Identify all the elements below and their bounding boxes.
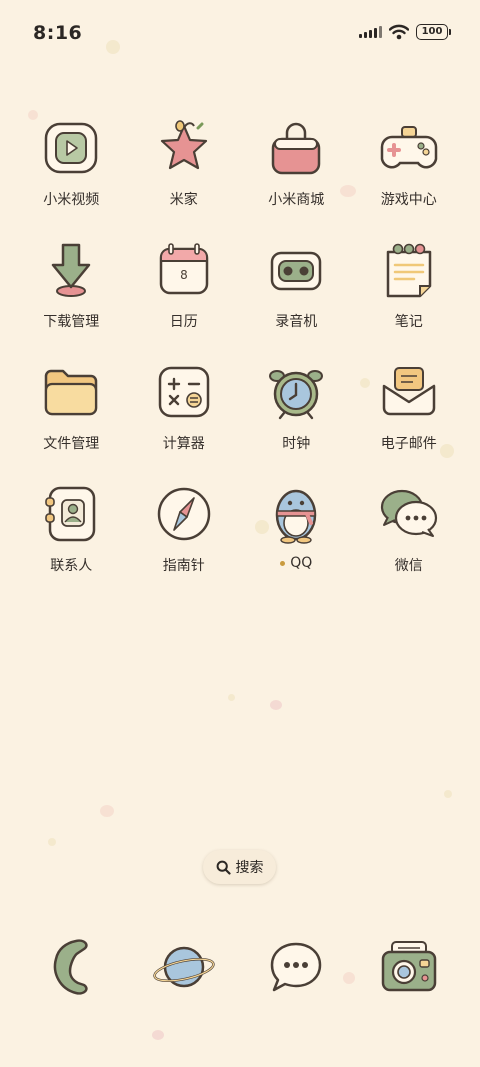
app-label-qq: QQ bbox=[280, 555, 312, 571]
app-label: 游戏中心 bbox=[380, 192, 437, 208]
envelope-icon bbox=[376, 359, 442, 425]
signal-icon bbox=[359, 26, 382, 38]
contacts-book-icon bbox=[38, 481, 104, 547]
app-label: 米家 bbox=[169, 192, 198, 208]
dock-browser[interactable] bbox=[128, 932, 241, 1002]
calendar-icon: 8 bbox=[151, 237, 217, 303]
notepad-icon bbox=[376, 237, 442, 303]
wifi-icon bbox=[389, 24, 409, 40]
status-time: 8:16 bbox=[33, 22, 83, 44]
calculator-icon bbox=[151, 359, 217, 425]
dock bbox=[15, 932, 465, 1002]
search-label: 搜索 bbox=[235, 860, 264, 876]
app-label: 下载管理 bbox=[43, 314, 100, 330]
app-calculator[interactable]: 计算器 bbox=[128, 359, 241, 481]
search-button[interactable]: 搜索 bbox=[203, 850, 276, 884]
alarm-clock-icon bbox=[263, 359, 329, 425]
app-label: 电子邮件 bbox=[380, 436, 437, 452]
app-grid: 小米视频 米家 小米商城 游戏中心 下载管理 8 日历 录音机 笔记 文件管理 … bbox=[15, 115, 465, 603]
planet-icon bbox=[149, 932, 219, 1002]
camera-icon bbox=[374, 932, 444, 1002]
app-label: 微信 bbox=[394, 558, 423, 574]
new-install-dot bbox=[280, 560, 286, 566]
calendar-day: 8 bbox=[180, 268, 188, 282]
recorder-icon bbox=[263, 237, 329, 303]
app-notes[interactable]: 笔记 bbox=[353, 237, 466, 359]
app-file-manager[interactable]: 文件管理 bbox=[15, 359, 128, 481]
video-play-icon bbox=[38, 115, 104, 181]
gamepad-icon bbox=[376, 115, 442, 181]
dock-camera[interactable] bbox=[353, 932, 466, 1002]
message-bubble-icon bbox=[261, 932, 331, 1002]
app-label: 联系人 bbox=[50, 558, 93, 574]
app-downloads[interactable]: 下载管理 bbox=[15, 237, 128, 359]
app-mijia[interactable]: 米家 bbox=[128, 115, 241, 237]
app-game-center[interactable]: 游戏中心 bbox=[353, 115, 466, 237]
search-icon bbox=[216, 860, 231, 875]
app-calendar[interactable]: 8 日历 bbox=[128, 237, 241, 359]
app-label: 时钟 bbox=[282, 436, 311, 452]
dock-phone[interactable] bbox=[15, 932, 128, 1002]
app-label: 文件管理 bbox=[43, 436, 100, 452]
app-label: 小米商城 bbox=[268, 192, 325, 208]
shopping-bag-icon bbox=[263, 115, 329, 181]
battery-icon: 100 bbox=[416, 24, 451, 40]
app-label: 小米视频 bbox=[43, 192, 100, 208]
compass-icon bbox=[151, 481, 217, 547]
app-compass[interactable]: 指南针 bbox=[128, 481, 241, 603]
app-label: 日历 bbox=[169, 314, 198, 330]
app-email[interactable]: 电子邮件 bbox=[353, 359, 466, 481]
folder-icon bbox=[38, 359, 104, 425]
app-label: 笔记 bbox=[394, 314, 423, 330]
app-wechat[interactable]: 微信 bbox=[353, 481, 466, 603]
star-icon bbox=[151, 115, 217, 181]
app-label: QQ bbox=[290, 555, 313, 571]
app-label: 计算器 bbox=[162, 436, 205, 452]
app-recorder[interactable]: 录音机 bbox=[240, 237, 353, 359]
app-mi-video[interactable]: 小米视频 bbox=[15, 115, 128, 237]
app-label: 录音机 bbox=[275, 314, 318, 330]
download-arrow-icon bbox=[38, 237, 104, 303]
chat-bubbles-icon bbox=[376, 481, 442, 547]
status-bar: 8:16 100 bbox=[0, 0, 480, 68]
app-label: 指南针 bbox=[162, 558, 205, 574]
penguin-icon bbox=[263, 481, 329, 547]
phone-handset-icon bbox=[36, 932, 106, 1002]
app-contacts[interactable]: 联系人 bbox=[15, 481, 128, 603]
dock-messages[interactable] bbox=[240, 932, 353, 1002]
app-qq[interactable]: QQ bbox=[240, 481, 353, 603]
app-clock[interactable]: 时钟 bbox=[240, 359, 353, 481]
app-mi-store[interactable]: 小米商城 bbox=[240, 115, 353, 237]
